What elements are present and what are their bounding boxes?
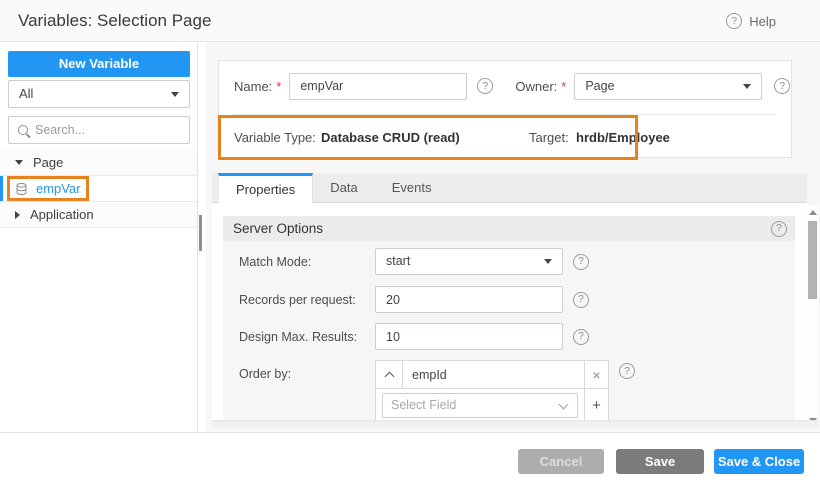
tree-group-application[interactable]: Application xyxy=(0,202,197,228)
order-by-field-input[interactable] xyxy=(403,368,584,382)
target-label: Target: xyxy=(529,130,569,145)
order-by-row: Order by: × Select Field xyxy=(239,360,635,422)
search-icon xyxy=(18,125,28,135)
sort-direction-button[interactable] xyxy=(375,360,403,389)
required-marker: * xyxy=(561,79,566,94)
save-close-button[interactable]: Save & Close xyxy=(714,449,804,474)
name-help-icon[interactable]: ? xyxy=(477,78,493,94)
owner-label: Owner: xyxy=(515,79,557,94)
variable-info-panel: Name: * ? Owner: * Page ? Variable Type:… xyxy=(218,60,792,158)
owner-select-value: Page xyxy=(585,79,614,93)
match-mode-row: Match Mode: start ? xyxy=(239,248,589,275)
select-field-placeholder: Select Field xyxy=(391,398,456,412)
scrollbar-thumb[interactable] xyxy=(808,221,817,299)
save-button[interactable]: Save xyxy=(616,449,704,474)
order-by-field xyxy=(403,360,585,389)
chevron-down-icon xyxy=(743,84,751,89)
server-options-body: Match Mode: start ? Records per request:… xyxy=(223,241,795,423)
records-per-request-input[interactable] xyxy=(375,286,563,313)
design-max-results-label: Design Max. Results: xyxy=(239,330,375,344)
server-options-title: Server Options xyxy=(233,221,771,236)
server-options-header: Server Options ? xyxy=(223,216,795,241)
name-owner-row: Name: * ? Owner: * Page ? xyxy=(219,61,791,101)
database-icon xyxy=(15,182,28,196)
remove-order-field-button[interactable]: × xyxy=(585,360,609,389)
help-link[interactable]: ? Help xyxy=(726,13,776,29)
chevron-right-icon xyxy=(15,211,20,219)
content-bottom-strip xyxy=(212,420,819,428)
records-per-request-row: Records per request: ? xyxy=(239,286,589,313)
tree-item-empvar[interactable]: empVar xyxy=(0,176,197,202)
design-max-results-row: Design Max. Results: ? xyxy=(239,323,589,350)
dialog-footer: Cancel Save Save & Close xyxy=(0,432,820,488)
owner-help-icon[interactable]: ? xyxy=(774,78,790,94)
dialog-header: Variables: Selection Page ? Help xyxy=(0,0,820,42)
tab-properties[interactable]: Properties xyxy=(218,173,313,203)
order-by-help-icon[interactable]: ? xyxy=(619,363,635,379)
help-label: Help xyxy=(749,14,776,29)
tab-data[interactable]: Data xyxy=(313,173,374,202)
select-field-dropdown[interactable]: Select Field xyxy=(382,393,578,418)
name-label: Name: xyxy=(234,79,272,94)
design-max-results-help-icon[interactable]: ? xyxy=(573,329,589,345)
tab-events[interactable]: Events xyxy=(375,173,449,202)
variables-dialog: Variables: Selection Page ? Help New Var… xyxy=(0,0,820,488)
match-mode-label: Match Mode: xyxy=(239,255,375,269)
owner-select[interactable]: Page xyxy=(574,73,762,100)
cancel-button[interactable]: Cancel xyxy=(518,449,604,474)
detail-tabs: Properties Data Events xyxy=(212,173,807,203)
records-per-request-label: Records per request: xyxy=(239,293,375,307)
new-variable-button[interactable]: New Variable xyxy=(8,51,190,77)
page-title: Variables: Selection Page xyxy=(18,11,211,31)
variable-type-label: Variable Type: xyxy=(234,130,316,145)
variable-filter-select[interactable]: All xyxy=(8,80,190,108)
tree-group-page-label: Page xyxy=(33,155,63,170)
match-mode-select[interactable]: start xyxy=(375,248,563,275)
target-value: hrdb/Employee xyxy=(576,130,670,145)
sidebar-divider xyxy=(197,42,198,432)
variables-tree: Page empVar Application xyxy=(0,150,197,228)
variables-sidebar: New Variable All Page xyxy=(0,42,205,432)
design-max-results-input[interactable] xyxy=(375,323,563,350)
chevron-down-icon xyxy=(559,399,569,409)
name-input[interactable] xyxy=(289,73,467,100)
variable-detail-panel: Name: * ? Owner: * Page ? Variable Type:… xyxy=(206,42,820,432)
variable-filter-value: All xyxy=(19,86,33,101)
tree-group-application-label: Application xyxy=(30,207,94,222)
tree-item-empvar-label: empVar xyxy=(36,181,81,196)
order-by-widget: × Select Field + xyxy=(375,360,609,422)
content-scrollbar xyxy=(807,205,819,428)
select-field-cell: Select Field xyxy=(375,389,585,422)
variable-type-row: Variable Type: Database CRUD (read) Targ… xyxy=(234,114,776,157)
chevron-down-icon xyxy=(15,160,23,165)
chevron-up-icon xyxy=(384,371,394,381)
scroll-up-button[interactable] xyxy=(809,210,817,215)
sidebar-scrollbar-thumb[interactable] xyxy=(199,215,202,251)
search-input[interactable] xyxy=(35,123,175,137)
variable-type-value: Database CRUD (read) xyxy=(321,130,460,145)
records-per-request-help-icon[interactable]: ? xyxy=(573,292,589,308)
chevron-down-icon xyxy=(544,259,552,264)
match-mode-value: start xyxy=(386,254,410,268)
chevron-down-icon xyxy=(171,92,179,97)
tree-group-page[interactable]: Page xyxy=(0,150,197,176)
search-box xyxy=(8,116,190,144)
add-order-field-button[interactable]: + xyxy=(585,389,609,422)
match-mode-help-icon[interactable]: ? xyxy=(573,254,589,270)
required-marker: * xyxy=(276,79,281,94)
server-options-help-icon[interactable]: ? xyxy=(771,221,787,237)
properties-tab-content: Server Options ? Match Mode: start ? Rec… xyxy=(212,203,807,428)
order-by-label: Order by: xyxy=(239,367,375,381)
help-icon: ? xyxy=(726,13,742,29)
